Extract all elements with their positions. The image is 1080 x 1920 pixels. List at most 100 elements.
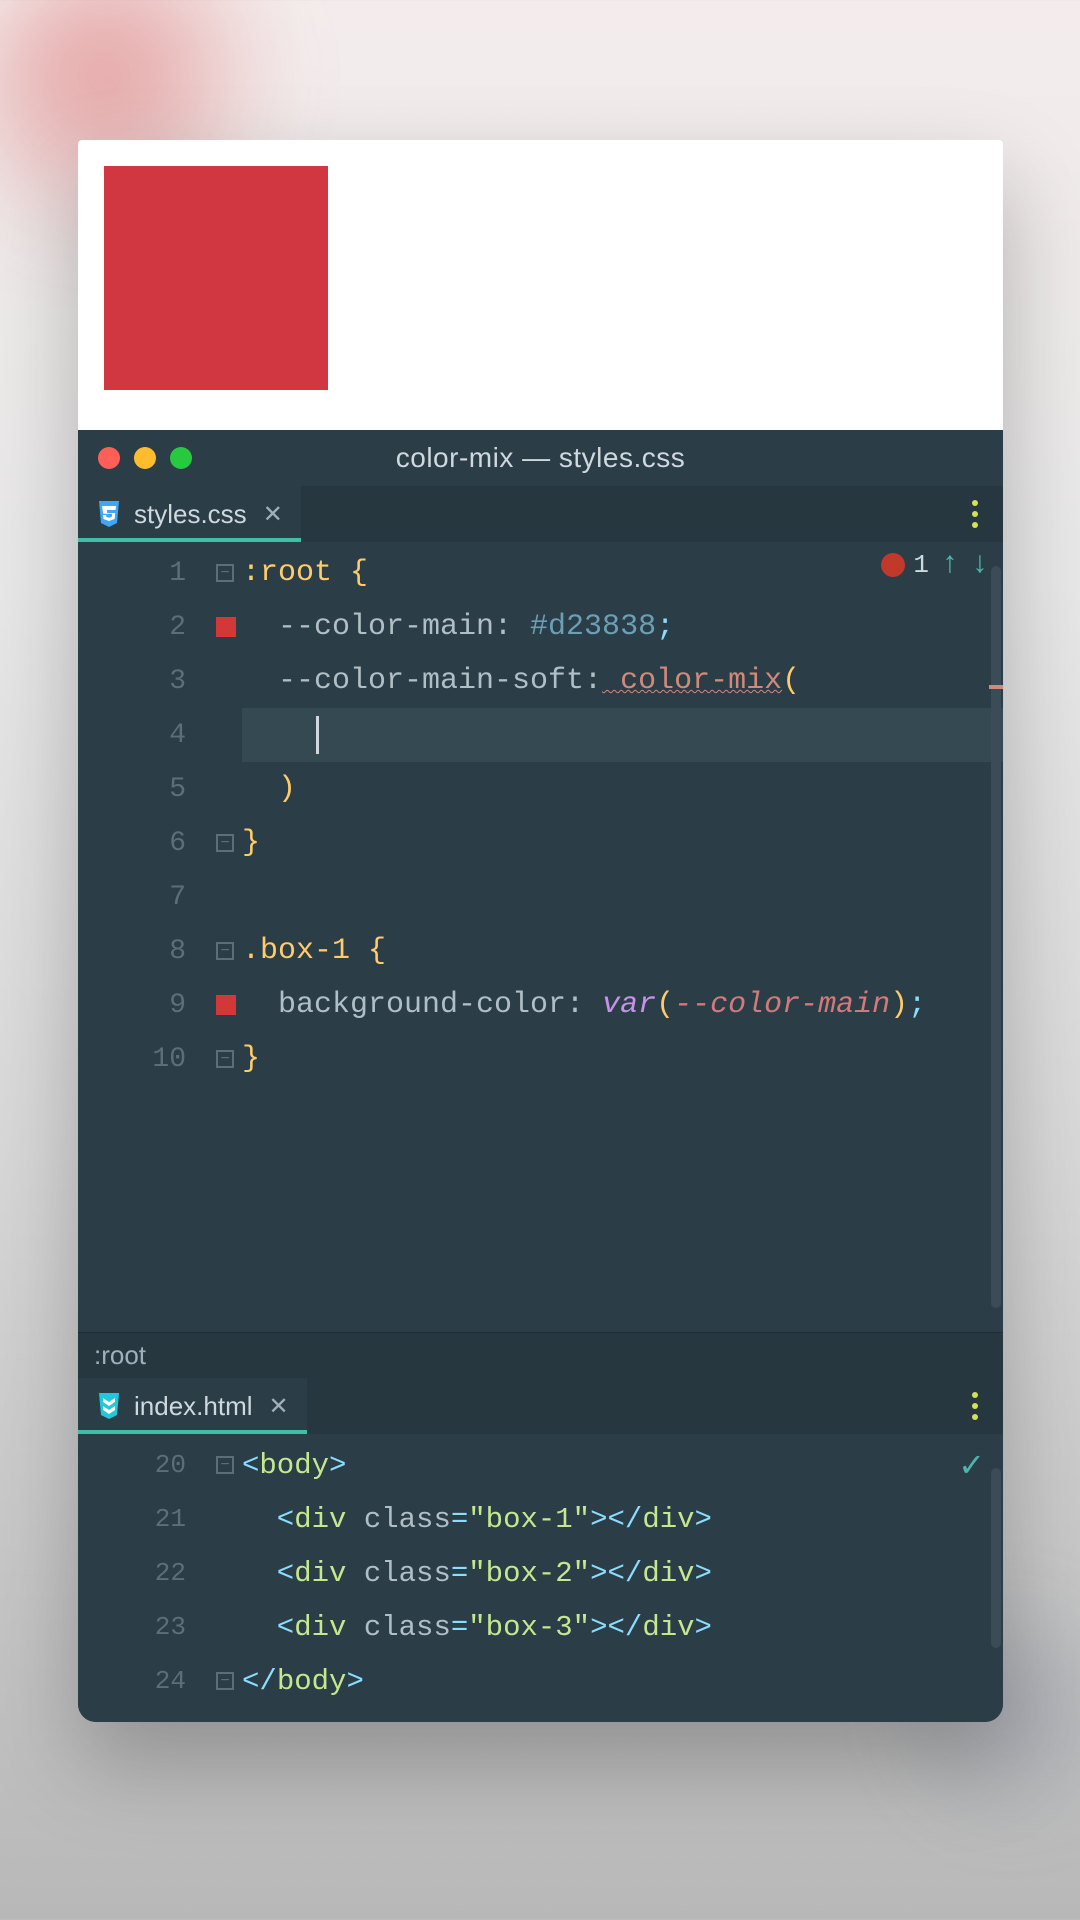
fold-toggle-icon[interactable]: − [216,1456,234,1474]
error-count: 1 [913,550,929,580]
code-token: { [332,556,368,590]
line-number: 5 [78,762,208,816]
next-problem-icon[interactable]: ↓ [971,548,989,582]
box-1-swatch [104,166,328,390]
code-token: > [346,1665,363,1698]
scrollbar[interactable] [989,566,1003,1308]
breadcrumb[interactable]: :root [78,1332,1003,1378]
tab-options-button[interactable] [947,486,1003,542]
editor-index-html[interactable]: 20 21 22 23 24 − − <body> <div class="bo… [78,1434,1003,1722]
code-token: } [242,1042,260,1076]
code-token: class [346,1503,450,1536]
problems-indicator[interactable]: 1 ↑ ↓ [881,548,989,582]
close-tab-icon[interactable]: ✕ [263,500,283,529]
scrollbar[interactable] [989,1458,1003,1698]
code-token: < [242,1449,259,1482]
fold-column: − − − − [208,542,242,1332]
code-token: div [642,1503,694,1536]
tab-styles-css[interactable]: styles.css ✕ [78,486,301,542]
traffic-lights [98,447,192,469]
error-badge[interactable]: 1 [881,550,929,580]
code-token: </ [242,1665,277,1698]
code-token: div [294,1503,346,1536]
css-file-icon [96,501,122,527]
code-token: div [642,1557,694,1590]
fold-toggle-icon[interactable]: − [216,564,234,582]
code-token: --color-main-soft: [242,664,602,698]
close-tab-icon[interactable]: ✕ [269,1392,289,1421]
scrollbar-thumb[interactable] [991,1468,1001,1648]
code-token: "box-1" [468,1503,590,1536]
window-title: color-mix — styles.css [78,442,1003,474]
line-number: 8 [78,924,208,978]
checkmark-icon[interactable]: ✓ [958,1446,985,1486]
code-token: class [346,1611,450,1644]
code-token: } [242,826,260,860]
line-number: 22 [78,1546,208,1600]
preview-pane [78,140,1003,430]
tab-bar-bottom: index.html ✕ [78,1378,1003,1434]
code-token: ) [890,988,908,1022]
line-number: 21 [78,1492,208,1546]
gutter: 20 21 22 23 24 [78,1434,208,1722]
fold-toggle-icon[interactable]: − [216,834,234,852]
code-token: < [242,1611,294,1644]
code-area[interactable]: <body> <div class="box-1"></div> <div cl… [242,1434,1003,1722]
prev-problem-icon[interactable]: ↑ [941,548,959,582]
code-token: ></ [590,1503,642,1536]
code-token: div [294,1611,346,1644]
code-token: #d23838 [512,610,656,644]
tab-label: styles.css [134,499,247,530]
minimize-window-button[interactable] [134,447,156,469]
fold-toggle-icon[interactable]: − [216,1672,234,1690]
line-number: 10 [78,1032,208,1086]
code-token: < [242,1557,294,1590]
fold-toggle-icon[interactable]: − [216,1050,234,1068]
code-token: var [584,988,656,1022]
code-token: ; [908,988,926,1022]
code-token: = [451,1503,468,1536]
code-token: :root [242,556,332,590]
line-number: 20 [78,1438,208,1492]
code-token: ) [242,772,296,806]
text-cursor [316,716,319,754]
code-token: .box-1 [242,934,350,968]
fold-toggle-icon[interactable]: − [216,942,234,960]
fold-column: − − [208,1434,242,1722]
close-window-button[interactable] [98,447,120,469]
code-token: ; [656,610,674,644]
line-number: 4 [78,708,208,762]
tab-bar-top: styles.css ✕ [78,486,1003,542]
code-token: div [294,1557,346,1590]
code-area[interactable]: :root { --color-main: #d23838; --color-m… [242,542,1003,1332]
editor-styles-css[interactable]: 1 2 3 4 5 6 7 8 9 10 − − − − :roo [78,542,1003,1332]
current-line [242,708,1003,762]
code-token: "box-3" [468,1611,590,1644]
code-token: ></ [590,1557,642,1590]
code-token: { [350,934,386,968]
code-token: > [695,1557,712,1590]
code-token: > [695,1503,712,1536]
gutter: 1 2 3 4 5 6 7 8 9 10 [78,542,208,1332]
code-token: --color-main [674,988,890,1022]
code-token: background-color: [242,988,584,1022]
line-number: 24 [78,1654,208,1708]
tab-label: index.html [134,1391,253,1422]
color-swatch-icon [216,995,236,1015]
line-number: 2 [78,600,208,654]
code-token [242,718,314,752]
code-token: < [242,1503,294,1536]
tab-index-html[interactable]: index.html ✕ [78,1378,307,1434]
code-token: class [346,1557,450,1590]
code-token: > [695,1611,712,1644]
line-number: 1 [78,546,208,600]
code-token: "box-2" [468,1557,590,1590]
breadcrumb-item[interactable]: :root [94,1340,146,1371]
code-token: color-mix [602,664,782,698]
app-stage: color-mix — styles.css styles.css ✕ 1 2 … [78,140,1003,1722]
zoom-window-button[interactable] [170,447,192,469]
scrollbar-thumb[interactable] [991,566,1001,1308]
tab-options-button[interactable] [947,1378,1003,1434]
line-number: 9 [78,978,208,1032]
scrollbar-error-mark [989,685,1003,689]
